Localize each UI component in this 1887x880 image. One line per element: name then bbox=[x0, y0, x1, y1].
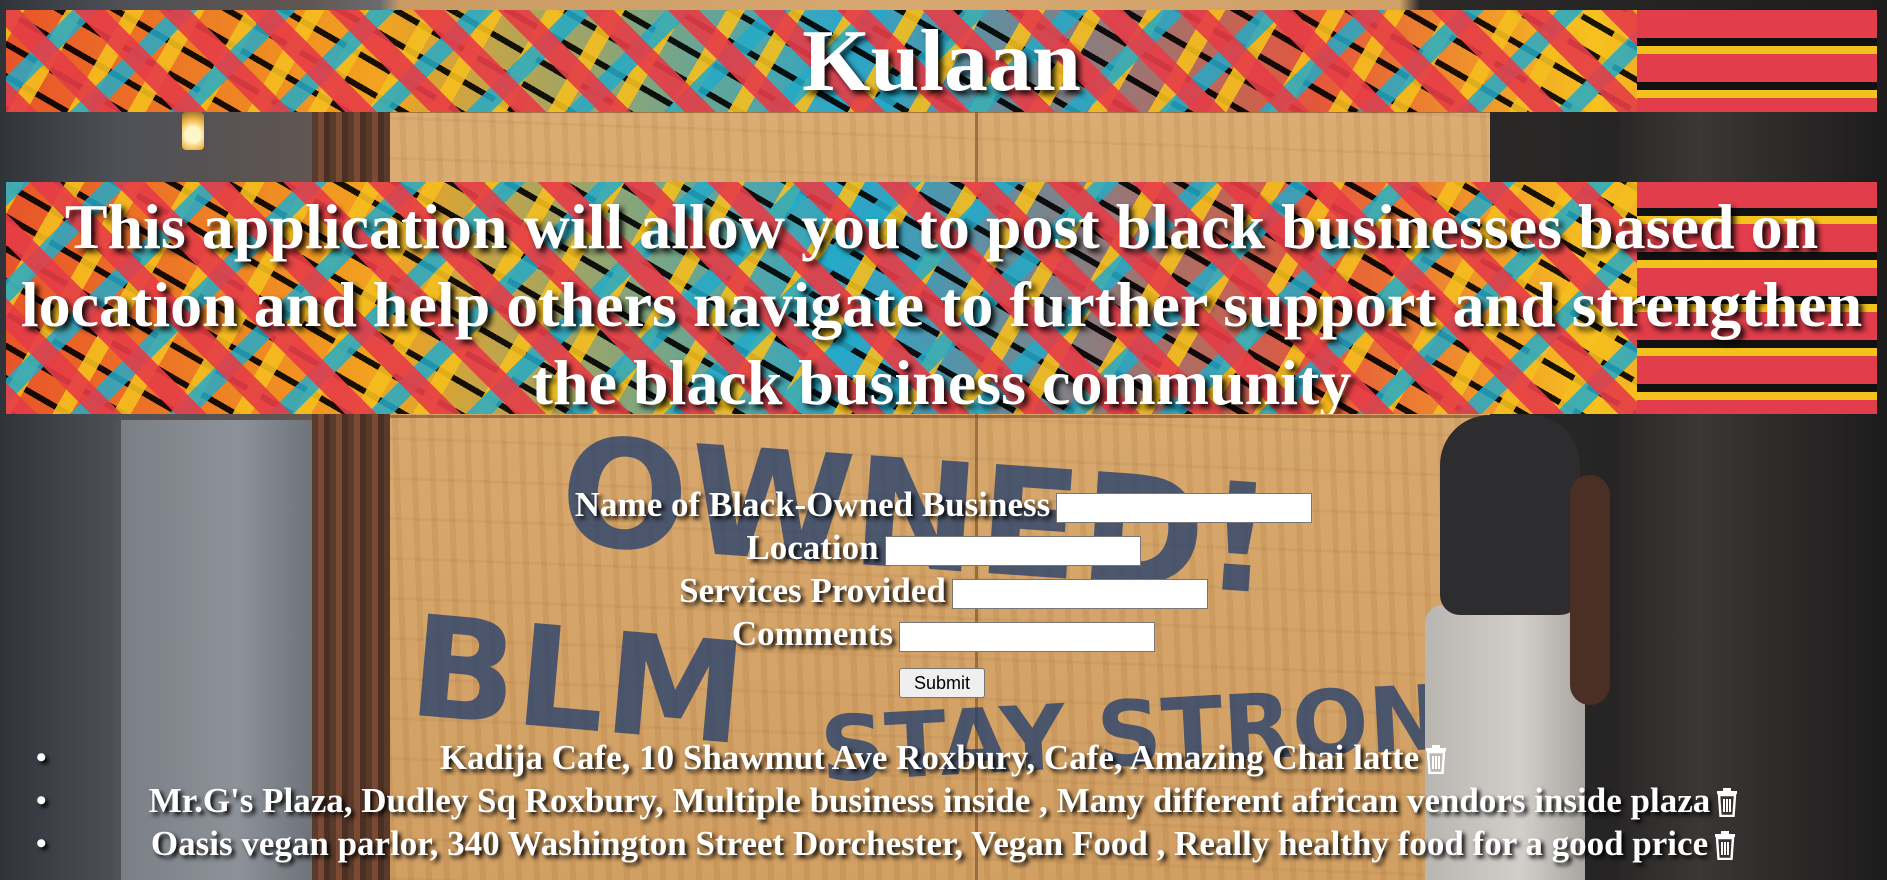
location-label: Location bbox=[746, 528, 879, 567]
intro-text: This application will allow you to post … bbox=[20, 191, 1863, 414]
app-title: Kulaan bbox=[802, 13, 1081, 110]
comments-row: Comments bbox=[0, 614, 1887, 654]
trash-icon[interactable] bbox=[1714, 830, 1736, 860]
header-banner: Kulaan bbox=[6, 10, 1877, 112]
business-entry-text: Oasis vegan parlor, 340 Washington Stree… bbox=[150, 824, 1709, 863]
comments-label: Comments bbox=[731, 614, 894, 653]
comments-input[interactable] bbox=[899, 621, 1156, 652]
intro-banner: This application will allow you to post … bbox=[6, 182, 1877, 414]
location-input[interactable] bbox=[884, 535, 1141, 566]
services-input[interactable] bbox=[951, 578, 1208, 609]
business-entry-text: Kadija Cafe, 10 Shawmut Ave Roxbury, Caf… bbox=[439, 738, 1420, 777]
business-input[interactable] bbox=[1056, 492, 1313, 523]
trash-icon[interactable] bbox=[1425, 744, 1447, 774]
trash-icon[interactable] bbox=[1716, 787, 1738, 817]
business-list: • Kadija Cafe, 10 Shawmut Ave Roxbury, C… bbox=[0, 736, 1887, 865]
list-item: • Oasis vegan parlor, 340 Washington Str… bbox=[0, 822, 1887, 865]
business-entry-text: Mr.G's Plaza, Dudley Sq Roxbury, Multipl… bbox=[148, 781, 1711, 820]
services-row: Services Provided bbox=[0, 571, 1887, 611]
business-label: Name of Black-Owned Business bbox=[574, 485, 1051, 524]
services-label: Services Provided bbox=[679, 571, 946, 610]
list-item: • Kadija Cafe, 10 Shawmut Ave Roxbury, C… bbox=[0, 736, 1887, 779]
background-lamp bbox=[182, 112, 204, 150]
location-row: Location bbox=[0, 528, 1887, 568]
submit-button[interactable]: Submit bbox=[899, 668, 985, 698]
list-item: • Mr.G's Plaza, Dudley Sq Roxbury, Multi… bbox=[0, 779, 1887, 822]
business-row: Name of Black-Owned Business bbox=[0, 485, 1887, 525]
